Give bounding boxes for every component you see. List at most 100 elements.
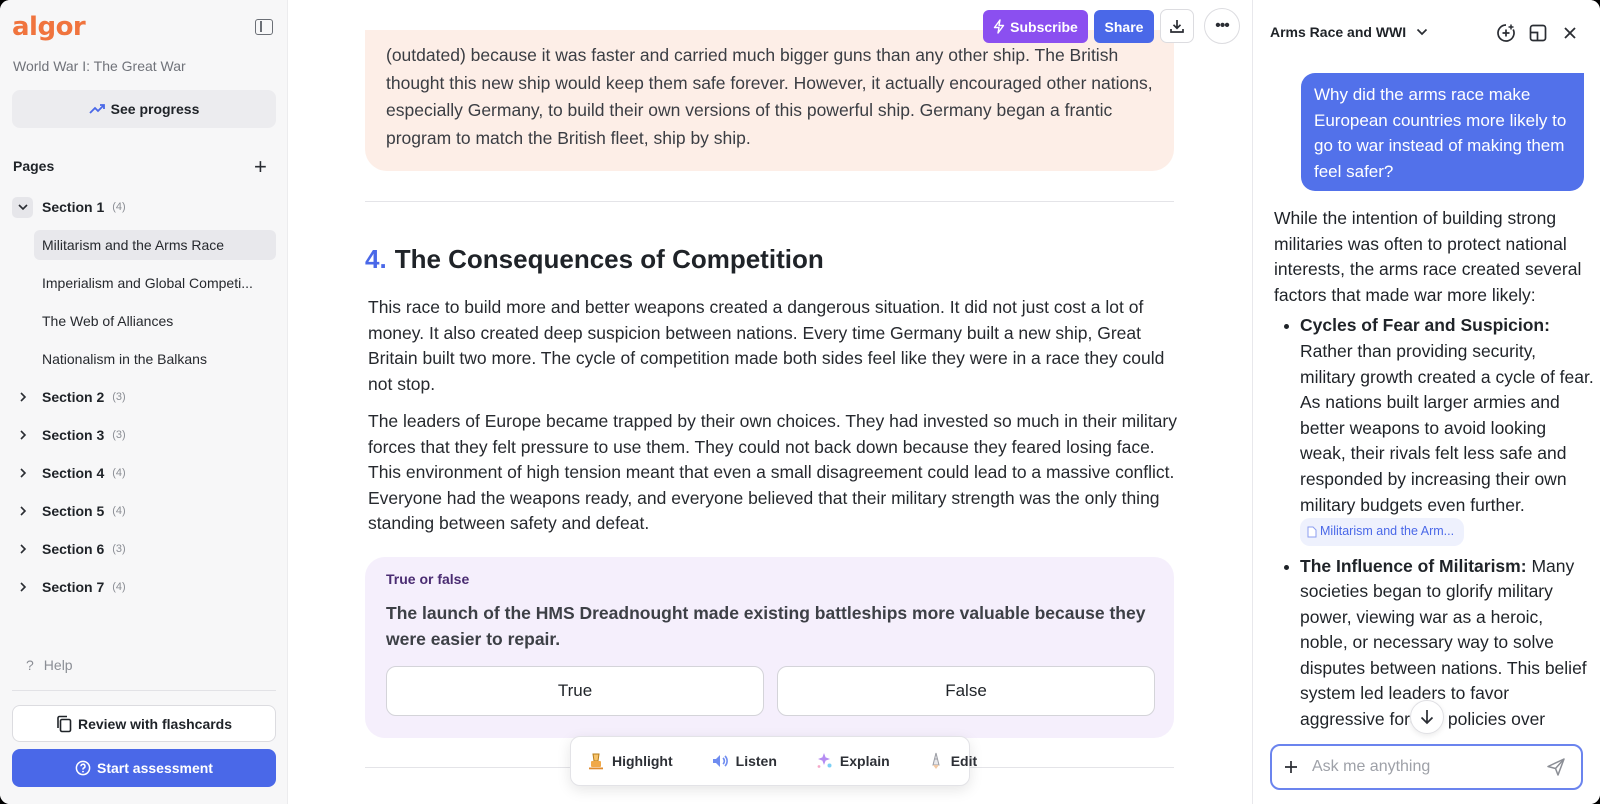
bullet-text: Rather than providing security, military…	[1300, 340, 1594, 515]
sidebar-section-6[interactable]: Section 6 (3)	[12, 533, 276, 565]
explain-label: Explain	[839, 753, 890, 769]
chat-title: Arms Race and WWI	[1270, 24, 1407, 40]
chevron-down-icon[interactable]	[12, 196, 33, 218]
close-icon[interactable]	[1558, 21, 1582, 45]
quiz-option-true[interactable]: True	[386, 666, 764, 716]
bullet-text: Many societies began to glorify military…	[1300, 555, 1587, 730]
send-icon[interactable]	[1546, 757, 1566, 777]
app-window: algor World War I: The Great War See pro…	[0, 0, 1600, 804]
subscribe-label: Subscribe	[1010, 18, 1078, 35]
divider	[12, 690, 276, 691]
section-count: (3)	[112, 391, 126, 403]
copy-cards-icon	[57, 715, 72, 732]
section-title: The Consequences of Competition	[394, 244, 824, 274]
add-page-icon[interactable]: +	[254, 156, 267, 178]
scroll-down-button[interactable]	[1410, 700, 1444, 734]
flashcards-label: Review with flashcards	[77, 715, 233, 732]
sidebar-section-4[interactable]: Section 4 (4)	[12, 457, 276, 489]
listen-label: Listen	[735, 753, 777, 769]
citation-label: Militarism and the Arm...	[1320, 524, 1455, 539]
sidebar-page-nationalism[interactable]: Nationalism in the Balkans	[34, 344, 276, 374]
edit-label: Edit	[950, 753, 978, 769]
highlighter-icon	[589, 753, 603, 770]
arrow-down-icon	[1420, 710, 1434, 725]
sidebar-section-1[interactable]: Section 1 (4)	[12, 191, 276, 223]
document-title: World War I: The Great War	[13, 58, 186, 74]
section-count: (3)	[112, 429, 126, 441]
sidebar-section-7[interactable]: Section 7 (4)	[12, 571, 276, 603]
review-flashcards-button[interactable]: Review with flashcards	[12, 705, 276, 742]
section-count: (4)	[112, 467, 126, 479]
chevron-down-icon	[1417, 28, 1428, 36]
share-button[interactable]: Share	[1094, 10, 1154, 43]
question-icon: ?	[26, 657, 34, 673]
list-item: Cycles of Fear and Suspicion: Rather tha…	[1274, 313, 1594, 547]
sidebar-section-3[interactable]: Section 3 (3)	[12, 419, 276, 451]
download-button[interactable]	[1160, 9, 1194, 43]
reply-list: Cycles of Fear and Suspicion: Rather tha…	[1274, 313, 1594, 732]
section-count: (4)	[112, 201, 126, 213]
floating-toolbar: Highlight Listen Explain Edit	[570, 736, 977, 786]
assistant-reply: While the intention of building strong m…	[1274, 206, 1594, 739]
listen-button[interactable]: Listen	[711, 752, 797, 770]
bullet-title: Cycles of Fear and Suspicion:	[1300, 315, 1550, 336]
section-heading: 4. The Consequences of Competition	[365, 244, 824, 275]
sidebar-section-5[interactable]: Section 5 (4)	[12, 495, 276, 527]
help-circle-icon	[75, 760, 91, 776]
sidebar-collapse-icon[interactable]	[255, 19, 273, 35]
highlight-button[interactable]: Highlight	[587, 752, 693, 770]
trend-up-icon	[89, 104, 105, 114]
bullet-title: The Influence of Militarism:	[1300, 555, 1527, 576]
chevron-right-icon[interactable]	[12, 577, 33, 598]
quiz-option-false[interactable]: False	[777, 666, 1155, 716]
chevron-right-icon[interactable]	[12, 539, 33, 560]
app-logo[interactable]: algor	[12, 12, 86, 42]
help-link[interactable]: ? Help	[26, 657, 73, 673]
quiz-question: The launch of the HMS Dreadnought made e…	[386, 603, 1146, 649]
divider	[365, 201, 1174, 202]
see-progress-button[interactable]: See progress	[12, 90, 276, 128]
section-label: Section 2	[42, 389, 105, 405]
more-options-icon[interactable]: •••	[1204, 8, 1240, 44]
subscribe-button[interactable]: Subscribe	[983, 10, 1088, 43]
paragraph: The leaders of Europe became trapped by …	[368, 411, 1177, 534]
download-icon	[1170, 20, 1184, 33]
sparkle-bulb-icon	[817, 753, 832, 768]
sidebar-section-2[interactable]: Section 2 (3)	[12, 381, 276, 413]
document-icon	[1307, 526, 1317, 538]
chat-input-box	[1270, 744, 1583, 790]
new-chat-icon[interactable]	[1494, 21, 1518, 45]
chat-title-dropdown[interactable]: Arms Race and WWI	[1270, 24, 1428, 40]
sidebar-page-alliances[interactable]: The Web of Alliances	[34, 306, 276, 336]
expand-panel-icon[interactable]	[1526, 21, 1550, 45]
chevron-right-icon[interactable]	[12, 425, 33, 446]
sidebar: algor World War I: The Great War See pro…	[0, 0, 288, 804]
user-message: Why did the arms race make European coun…	[1301, 73, 1584, 191]
plus-icon[interactable]	[1284, 760, 1298, 774]
help-label: Help	[43, 657, 73, 673]
chevron-right-icon[interactable]	[12, 387, 33, 408]
section-label: Section 7	[42, 579, 105, 595]
section-count: (4)	[112, 581, 126, 593]
start-assessment-button[interactable]: Start assessment	[12, 749, 276, 787]
section-label: Section 1	[42, 199, 105, 215]
chevron-right-icon[interactable]	[12, 463, 33, 484]
reply-intro: While the intention of building strong m…	[1274, 208, 1582, 305]
speaker-icon	[712, 755, 728, 767]
sidebar-page-militarism[interactable]: Militarism and the Arms Race	[34, 230, 276, 260]
pages-heading: Pages	[13, 158, 55, 174]
chevron-right-icon[interactable]	[12, 501, 33, 522]
explain-button[interactable]: Explain	[815, 752, 910, 770]
sidebar-page-imperialism[interactable]: Imperialism and Global Competi...	[34, 268, 276, 298]
lightning-icon	[993, 19, 1005, 34]
citation-chip[interactable]: Militarism and the Arm...	[1300, 518, 1465, 546]
edit-button[interactable]: Edit	[928, 752, 997, 770]
section-count: (4)	[112, 505, 126, 517]
chat-input[interactable]	[1312, 758, 1532, 776]
quiz-type-label: True or false	[386, 571, 470, 587]
section-label: Section 5	[42, 503, 105, 519]
highlight-label: Highlight	[612, 753, 673, 769]
section-label: Section 3	[42, 427, 105, 443]
section-label: Section 6	[42, 541, 105, 557]
section-label: Section 4	[42, 465, 105, 481]
